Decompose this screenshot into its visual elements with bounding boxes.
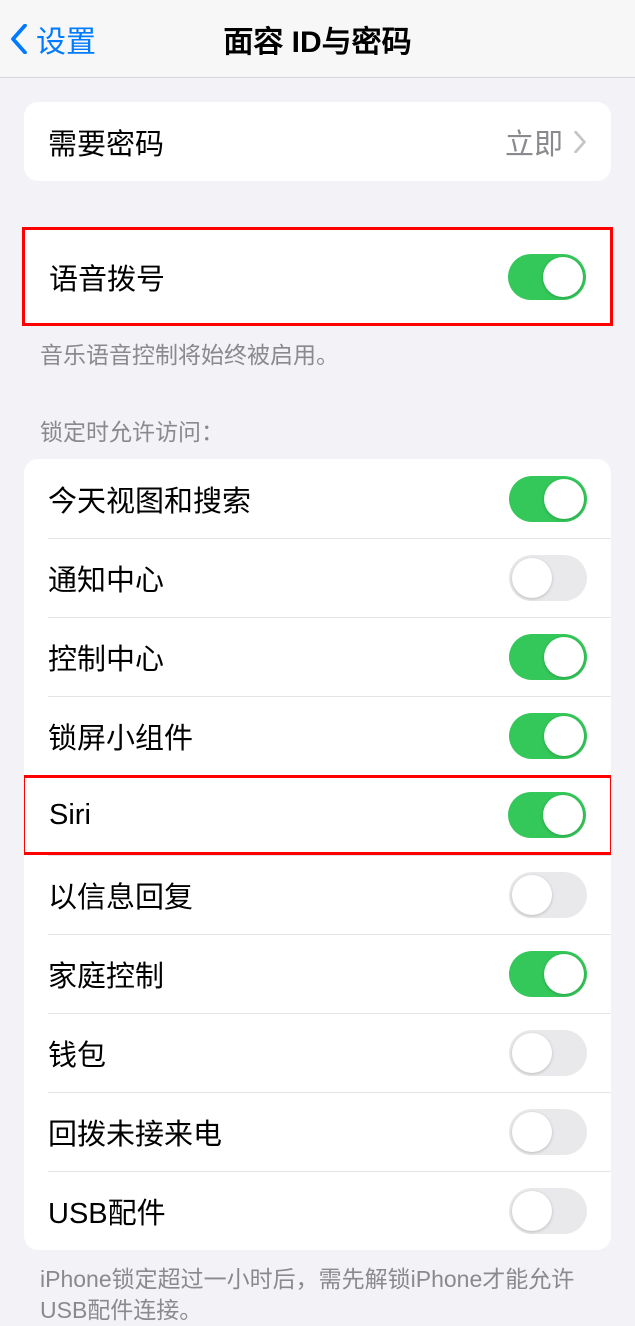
- back-label: 设置: [36, 17, 96, 61]
- toggle-knob: [544, 479, 584, 519]
- require-passcode-group: 需要密码 立即: [24, 102, 611, 181]
- toggle-knob: [544, 716, 584, 756]
- locked-access-toggle[interactable]: [509, 1188, 587, 1234]
- locked-access-label: 家庭控制: [48, 953, 164, 995]
- locked-access-label: 今天视图和搜索: [48, 478, 251, 520]
- locked-access-row[interactable]: 今天视图和搜索: [24, 459, 611, 538]
- locked-access-label: 钱包: [48, 1032, 106, 1074]
- locked-access-group: 今天视图和搜索通知中心控制中心锁屏小组件 Siri 以信息回复家庭控制钱包回拨未接来…: [24, 459, 611, 1250]
- toggle-knob: [512, 558, 552, 598]
- back-button[interactable]: 设置: [10, 17, 96, 61]
- toggle-knob: [512, 875, 552, 915]
- chevron-left-icon: [10, 24, 28, 54]
- locked-access-toggle[interactable]: [509, 476, 587, 522]
- voice-dial-row[interactable]: 语音拨号: [25, 230, 610, 323]
- toggle-knob: [512, 1033, 552, 1073]
- locked-access-row[interactable]: 以信息回复: [24, 855, 611, 934]
- content: 需要密码 立即 语音拨号 音乐语音控制将始终被启用。 锁定时允许访问： 今天视图…: [0, 78, 635, 1326]
- locked-access-row[interactable]: 家庭控制: [24, 934, 611, 1013]
- locked-access-label: 锁屏小组件: [48, 715, 193, 757]
- locked-access-header: 锁定时允许访问：: [40, 413, 595, 447]
- locked-access-toggle[interactable]: [508, 792, 586, 838]
- require-passcode-row[interactable]: 需要密码 立即: [24, 102, 611, 181]
- chevron-right-icon: [573, 131, 587, 153]
- locked-access-toggle[interactable]: [509, 872, 587, 918]
- locked-access-toggle[interactable]: [509, 634, 587, 680]
- locked-access-toggle[interactable]: [509, 555, 587, 601]
- toggle-knob: [543, 257, 583, 297]
- locked-access-label: 以信息回复: [48, 874, 193, 916]
- locked-access-toggle[interactable]: [509, 713, 587, 759]
- locked-access-label: 回拨未接来电: [48, 1111, 222, 1153]
- locked-access-toggle[interactable]: [509, 1109, 587, 1155]
- navbar: 设置 面容 ID与密码: [0, 0, 635, 78]
- locked-access-row[interactable]: 控制中心: [24, 617, 611, 696]
- locked-access-label: Siri: [49, 799, 91, 832]
- voice-dial-label: 语音拨号: [49, 256, 165, 298]
- voice-dial-toggle[interactable]: [508, 254, 586, 300]
- locked-access-footer: iPhone锁定超过一小时后，需先解锁iPhone才能允许USB配件连接。: [40, 1264, 595, 1326]
- locked-access-row[interactable]: 锁屏小组件: [24, 696, 611, 775]
- locked-access-label: 通知中心: [48, 557, 164, 599]
- require-passcode-label: 需要密码: [48, 121, 164, 163]
- locked-access-row[interactable]: USB配件: [24, 1171, 611, 1250]
- locked-access-row[interactable]: 回拨未接来电: [24, 1092, 611, 1171]
- toggle-knob: [544, 954, 584, 994]
- toggle-knob: [512, 1191, 552, 1231]
- locked-access-row[interactable]: 钱包: [24, 1013, 611, 1092]
- locked-access-label: USB配件: [48, 1190, 166, 1232]
- locked-access-row[interactable]: Siri: [24, 775, 611, 855]
- toggle-knob: [543, 795, 583, 835]
- toggle-knob: [512, 1112, 552, 1152]
- locked-access-toggle[interactable]: [509, 951, 587, 997]
- locked-access-label: 控制中心: [48, 636, 164, 678]
- toggle-knob: [544, 637, 584, 677]
- require-passcode-value: 立即: [505, 121, 563, 163]
- voice-dial-footer: 音乐语音控制将始终被启用。: [40, 340, 595, 371]
- locked-access-toggle[interactable]: [509, 1030, 587, 1076]
- voice-dial-group-highlighted: 语音拨号: [22, 227, 613, 326]
- locked-access-row[interactable]: 通知中心: [24, 538, 611, 617]
